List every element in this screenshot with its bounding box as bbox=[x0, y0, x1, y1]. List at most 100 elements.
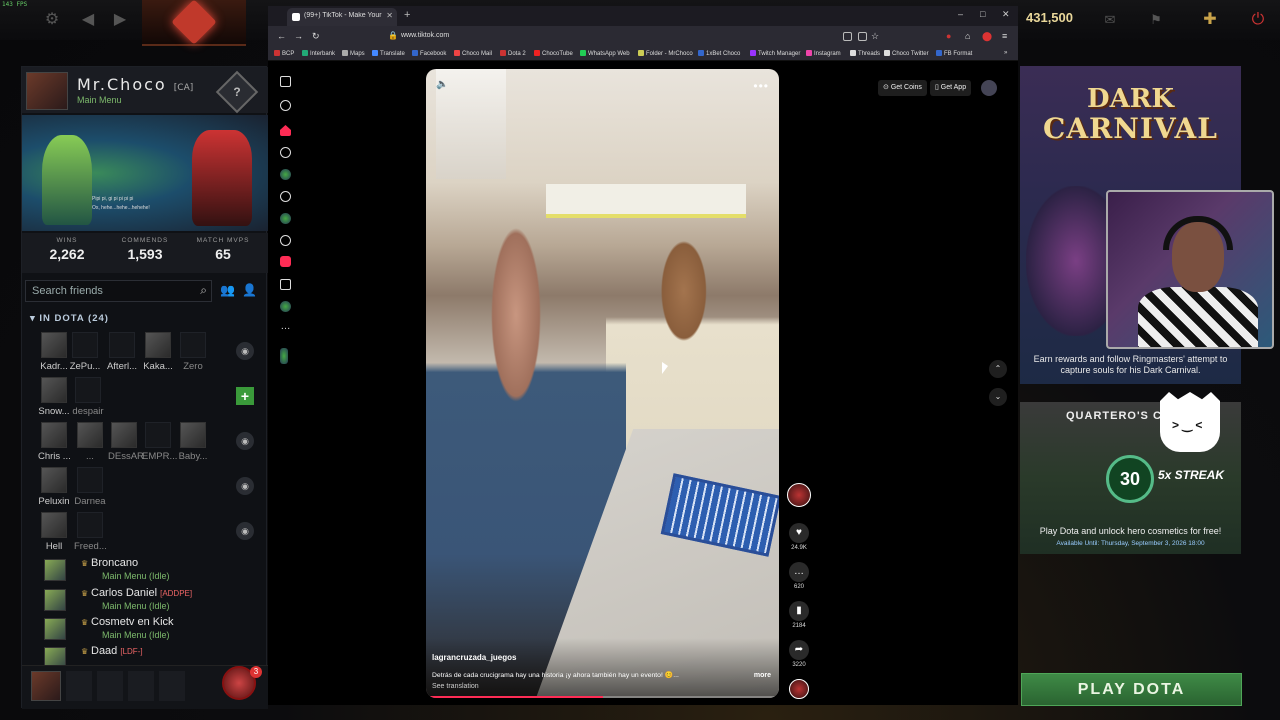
friend-tile[interactable]: DEssAR bbox=[108, 422, 144, 462]
bookmark-item[interactable]: WhatsApp Web bbox=[580, 50, 630, 57]
get-app-button[interactable]: ▯ Get App bbox=[930, 80, 972, 96]
messages-icon[interactable] bbox=[280, 235, 291, 246]
bookmark-item[interactable]: Twitch Manager bbox=[750, 50, 800, 57]
mini-player-icon[interactable] bbox=[280, 348, 288, 364]
watch-eye-icon[interactable]: ◉ bbox=[236, 432, 254, 450]
back-button[interactable]: ← bbox=[277, 31, 286, 41]
watch-eye-icon[interactable]: ◉ bbox=[236, 477, 254, 495]
maximize-button[interactable]: □ bbox=[980, 9, 985, 19]
bookmark-item[interactable]: FB Format bbox=[936, 50, 972, 57]
back-arrow-icon[interactable]: ◀ bbox=[78, 10, 98, 30]
watch-eye-icon[interactable]: ◉ bbox=[236, 342, 254, 360]
party-slot[interactable] bbox=[97, 671, 123, 701]
live-avatar-icon[interactable] bbox=[280, 213, 291, 224]
friend-tile[interactable]: ... bbox=[74, 422, 106, 462]
bookmark-item[interactable]: Interbank bbox=[302, 50, 335, 57]
bookmark-item[interactable]: Translate bbox=[372, 50, 405, 57]
party-slot[interactable] bbox=[128, 671, 154, 701]
armory-icon[interactable]: ⚑ bbox=[1146, 10, 1166, 30]
minimize-button[interactable]: – bbox=[958, 9, 963, 19]
search-icon[interactable] bbox=[280, 100, 291, 111]
sidebar-toggle-icon[interactable] bbox=[280, 76, 291, 87]
browser-tab-tiktok[interactable]: (99+) TikTok - Make Your Day ✕ bbox=[287, 8, 397, 26]
bookmark-item[interactable]: 1xBet Choco bbox=[698, 50, 740, 57]
address-bar[interactable]: 🔒 www.tiktok.com bbox=[388, 29, 858, 45]
bookmarks-overflow-icon[interactable]: » bbox=[1004, 50, 1007, 56]
friend-tile[interactable]: Peluxin bbox=[38, 467, 70, 507]
bookmark-item[interactable]: Threads bbox=[850, 50, 880, 57]
bookmark-item[interactable]: Folder - MrChoco bbox=[638, 50, 693, 57]
extension-icon[interactable]: ● bbox=[946, 31, 951, 41]
get-coins-button[interactable]: ⊙ Get Coins bbox=[878, 80, 927, 96]
home-icon[interactable] bbox=[280, 125, 291, 136]
friend-tile[interactable]: Darnea bbox=[74, 467, 106, 507]
rank-medal-icon[interactable]: ? bbox=[215, 70, 259, 114]
watch-eye-icon[interactable]: ◉ bbox=[236, 522, 254, 540]
more-icon[interactable]: … bbox=[280, 322, 291, 335]
tiktok-video-player[interactable]: 🔈 ••• lagrancruzada_juegos Detrás de cad… bbox=[426, 69, 779, 698]
caption-more-link[interactable]: more bbox=[754, 672, 771, 679]
see-translation-link[interactable]: See translation bbox=[432, 683, 479, 690]
friends-search-input[interactable]: Search friends ⌕ bbox=[25, 280, 212, 302]
bookmark-item[interactable]: ChocoTube bbox=[534, 50, 573, 57]
bookmark-star-icon[interactable]: ☆ bbox=[871, 31, 879, 42]
friend-tile[interactable]: Chris ... bbox=[38, 422, 71, 462]
search-icon[interactable]: ⌕ bbox=[200, 283, 207, 298]
add-friend-icon[interactable]: 👥 bbox=[220, 283, 235, 297]
video-username[interactable]: lagrancruzada_juegos bbox=[432, 653, 516, 662]
friend-tile[interactable]: Zero bbox=[177, 332, 209, 372]
menu-icon[interactable]: ≡ bbox=[1002, 31, 1007, 41]
save-button[interactable]: ▮ 2184 bbox=[785, 601, 813, 629]
friends-manage-icon[interactable]: 👤 bbox=[242, 283, 257, 297]
new-tab-button[interactable]: + bbox=[404, 9, 410, 21]
video-options-icon[interactable]: ••• bbox=[753, 79, 769, 93]
party-slot[interactable] bbox=[159, 671, 185, 701]
close-tab-icon[interactable]: ✕ bbox=[386, 11, 393, 20]
reload-button[interactable]: ↻ bbox=[312, 31, 320, 42]
user-avatar[interactable] bbox=[981, 80, 997, 96]
friends-icon[interactable] bbox=[280, 191, 291, 202]
plus-icon[interactable]: ✚ bbox=[1200, 10, 1220, 30]
explore-icon[interactable] bbox=[280, 147, 291, 158]
following-avatar-icon[interactable] bbox=[280, 169, 291, 180]
party-slot[interactable] bbox=[66, 671, 92, 701]
friend-tile[interactable]: Baby... bbox=[177, 422, 209, 462]
like-button[interactable]: ♥ 24.9K bbox=[785, 523, 813, 551]
video-progress-bar[interactable] bbox=[426, 696, 779, 698]
screenshot-icon[interactable] bbox=[843, 32, 852, 41]
bookmark-item[interactable]: BCP bbox=[274, 50, 294, 57]
friend-tile[interactable]: Kadr... bbox=[38, 332, 70, 372]
friend-tile[interactable]: Freed... bbox=[74, 512, 107, 552]
next-video-chevron-down-icon[interactable]: ⌄ bbox=[989, 388, 1007, 406]
share-button[interactable]: ➦ 3220 bbox=[785, 640, 813, 668]
bookmark-item[interactable]: Facebook bbox=[412, 50, 446, 57]
volume-icon[interactable]: 🔈 bbox=[436, 79, 448, 90]
bookmark-item[interactable]: Choco Twitter bbox=[884, 50, 929, 57]
dota-logo-button[interactable] bbox=[142, 0, 246, 46]
adblock-icon[interactable]: ⬤ bbox=[982, 31, 992, 42]
friend-tile[interactable]: Hell bbox=[38, 512, 70, 552]
bookmark-item[interactable]: Maps bbox=[342, 50, 365, 57]
power-icon[interactable]: ⏻ bbox=[1248, 10, 1268, 30]
friend-tile[interactable]: EMPR... bbox=[142, 422, 177, 462]
avatar[interactable] bbox=[26, 72, 68, 110]
hero-showcase[interactable]: Pipi pi, gi pi pi pi pi Ox, hehe...hehe.… bbox=[22, 115, 268, 231]
forward-arrow-icon[interactable]: ▶ bbox=[110, 10, 130, 30]
creator-avatar-button[interactable] bbox=[785, 483, 813, 507]
friend-tile[interactable]: despair bbox=[72, 377, 104, 417]
extensions-icon[interactable]: ⌂ bbox=[965, 31, 970, 41]
mail-icon[interactable]: ✉ bbox=[1100, 10, 1120, 30]
play-dota-button[interactable]: PLAY DOTA bbox=[1021, 673, 1242, 706]
close-window-button[interactable]: ✕ bbox=[1002, 9, 1010, 20]
previous-video-chevron-up-icon[interactable]: ⌃ bbox=[989, 360, 1007, 378]
bookmark-item[interactable]: Dota 2 bbox=[500, 50, 526, 57]
join-party-plus-button[interactable]: + bbox=[236, 387, 254, 405]
profile-header[interactable]: Mr.Choco [CA] Main Menu ? bbox=[22, 67, 268, 114]
comment-button[interactable]: … 620 bbox=[785, 562, 813, 590]
bookmark-item[interactable]: Choco Mail bbox=[454, 50, 492, 57]
friend-tile[interactable]: Snow... bbox=[38, 377, 70, 417]
forward-button[interactable]: → bbox=[294, 31, 303, 41]
upload-icon[interactable] bbox=[280, 279, 291, 290]
bookmark-item[interactable]: Instagram bbox=[806, 50, 841, 57]
reader-icon[interactable] bbox=[858, 32, 867, 41]
